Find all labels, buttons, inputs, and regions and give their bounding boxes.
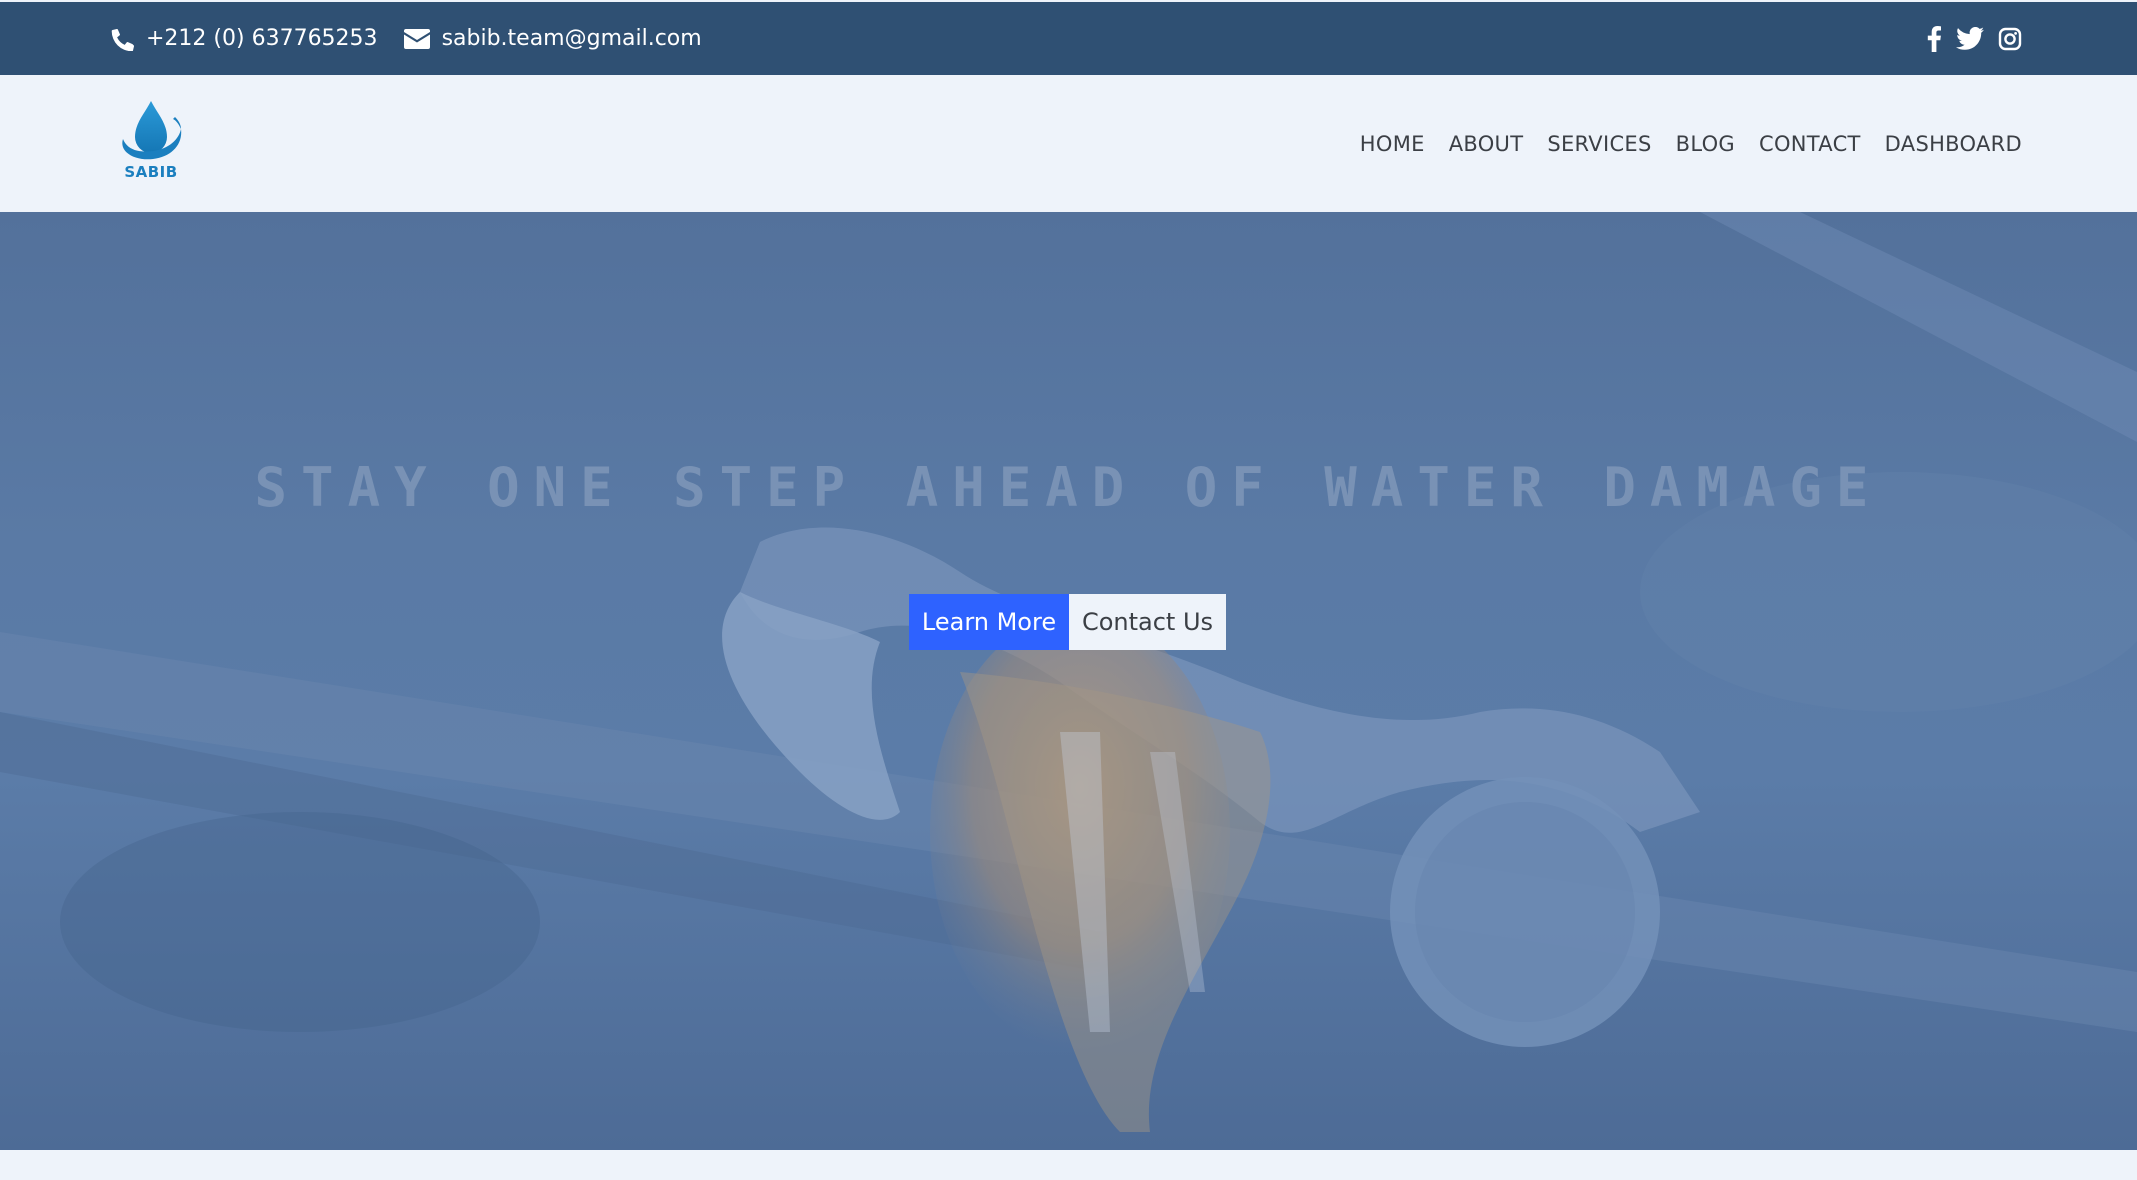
phone-contact[interactable]: +212 (0) 637765253 (110, 26, 378, 51)
water-drop-logo-icon (122, 101, 182, 160)
nav-item-dashboard[interactable]: DASHBOARD (1885, 132, 2022, 156)
phone-icon (110, 27, 134, 51)
sabib-logo[interactable]: SABIB (115, 99, 187, 187)
hero-actions: Learn More Contact Us (909, 594, 1226, 650)
contact-us-button[interactable]: Contact Us (1069, 594, 1226, 650)
nav-item-blog[interactable]: BLOG (1676, 132, 1735, 156)
hero-section: STAY ONE STEP AHEAD OF WATER DAMAGE Lear… (0, 212, 2137, 1150)
page: +212 (0) 637765253 sabib.team@gmail.com (0, 0, 2137, 1180)
instagram-icon[interactable] (1998, 27, 2022, 51)
hero-background-image (0, 212, 2137, 1132)
phone-number: +212 (0) 637765253 (146, 26, 378, 51)
nav-item-services[interactable]: SERVICES (1547, 132, 1651, 156)
nav-item-about[interactable]: ABOUT (1449, 132, 1524, 156)
brand-name: SABIB (124, 163, 178, 181)
main-navigation: HOME ABOUT SERVICES BLOG CONTACT DASHBOA… (1360, 75, 2022, 212)
social-links (1926, 2, 2022, 75)
facebook-icon[interactable] (1926, 25, 1942, 52)
email-address: sabib.team@gmail.com (441, 26, 702, 51)
nav-item-home[interactable]: HOME (1360, 132, 1425, 156)
twitter-icon[interactable] (1956, 26, 1984, 51)
site-header: SABIB HOME ABOUT SERVICES BLOG CONTACT D… (0, 75, 2137, 212)
learn-more-button[interactable]: Learn More (909, 594, 1069, 650)
nav-item-contact[interactable]: CONTACT (1759, 132, 1861, 156)
envelope-icon (403, 28, 430, 49)
contact-info: +212 (0) 637765253 sabib.team@gmail.com (110, 2, 728, 75)
top-contact-bar: +212 (0) 637765253 sabib.team@gmail.com (0, 2, 2137, 75)
email-contact[interactable]: sabib.team@gmail.com (403, 26, 702, 51)
hero-title: STAY ONE STEP AHEAD OF WATER DAMAGE (254, 456, 1883, 520)
